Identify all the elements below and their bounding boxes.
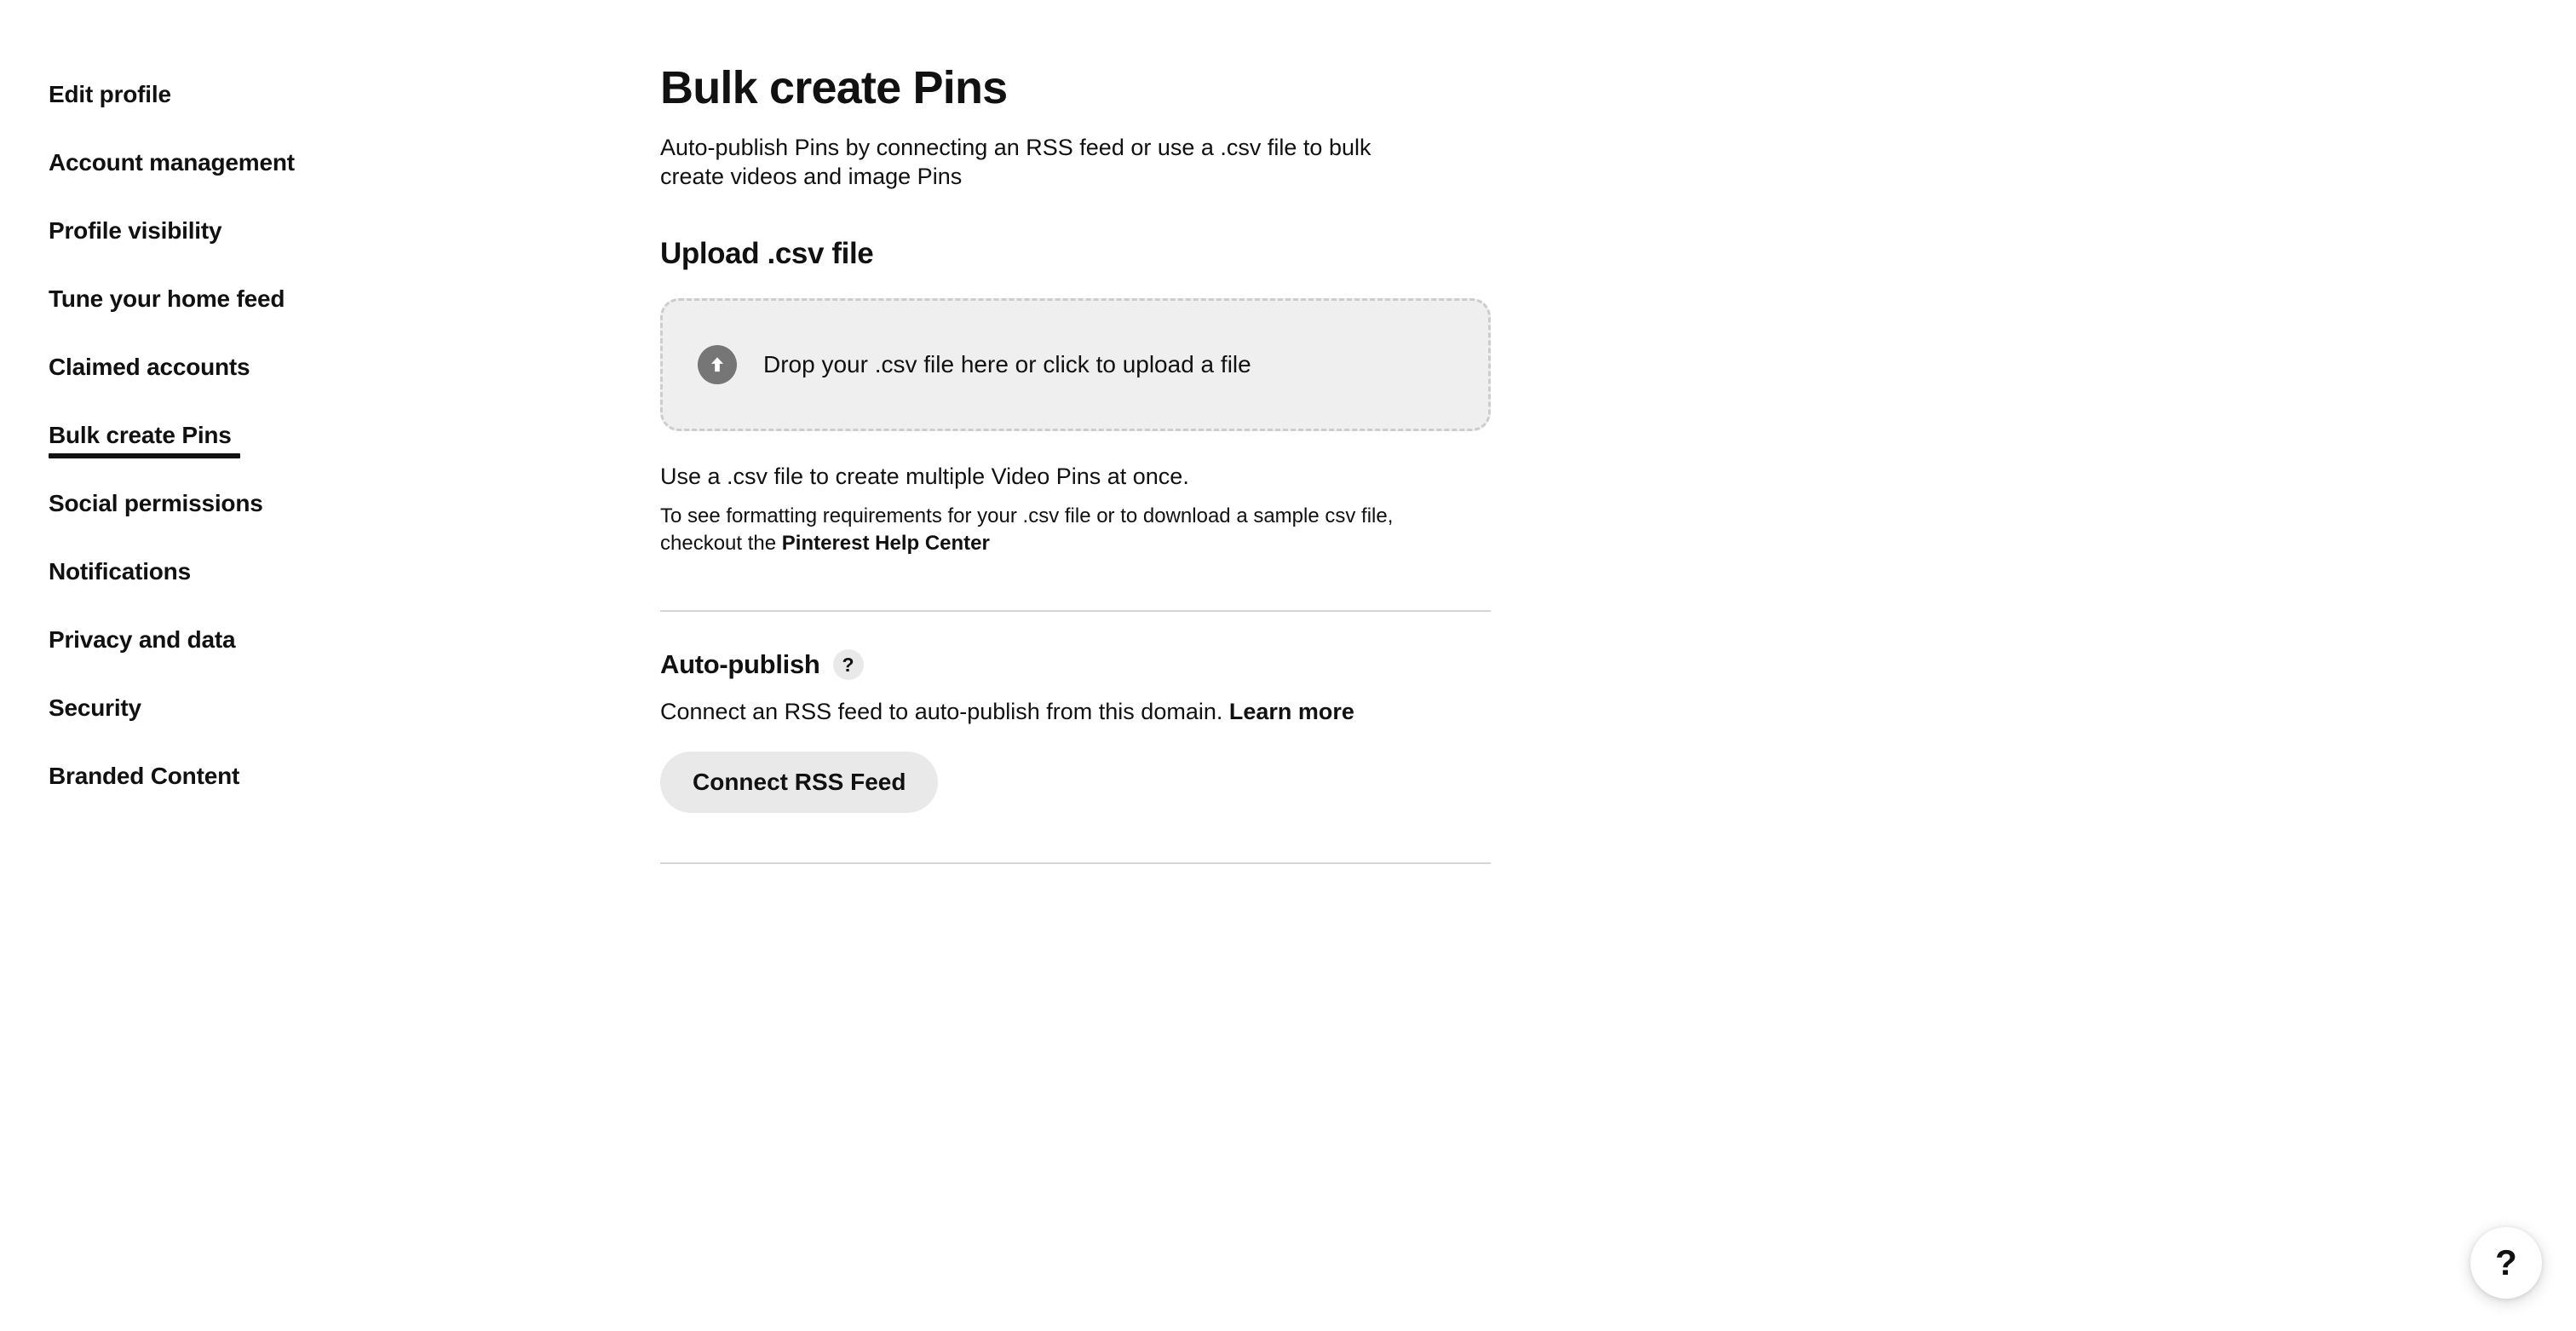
- sidebar-item-bulk-create-pins[interactable]: Bulk create Pins: [0, 419, 647, 458]
- page-subtitle: Auto-publish Pins by connecting an RSS f…: [660, 135, 1371, 189]
- sidebar-item-label: Security: [49, 694, 141, 721]
- sidebar-item-label: Tune your home feed: [49, 285, 285, 312]
- learn-more-link[interactable]: Learn more: [1229, 699, 1354, 724]
- autopublish-description: Connect an RSS feed to auto-publish from…: [660, 697, 1512, 726]
- sidebar-item-label: Account management: [49, 149, 295, 176]
- help-fab-button[interactable]: ?: [2470, 1227, 2542, 1299]
- sidebar-item-label: Privacy and data: [49, 626, 236, 653]
- sidebar-item-social-permissions[interactable]: Social permissions: [0, 487, 647, 521]
- upload-help-secondary-text: To see formatting requirements for your …: [660, 504, 1394, 555]
- autopublish-section: Auto-publish ? Connect an RSS feed to au…: [660, 648, 1512, 813]
- sidebar-item-privacy-and-data[interactable]: Privacy and data: [0, 624, 647, 658]
- sidebar-item-tune-your-home-feed[interactable]: Tune your home feed: [0, 283, 647, 317]
- upload-section-heading: Upload .csv file: [660, 237, 874, 270]
- sidebar-item-label: Profile visibility: [49, 217, 222, 244]
- sidebar-item-account-management[interactable]: Account management: [0, 147, 647, 181]
- sidebar-item-notifications[interactable]: Notifications: [0, 556, 647, 590]
- question-mark-icon[interactable]: ?: [832, 649, 864, 680]
- autopublish-description-text: Connect an RSS feed to auto-publish from…: [660, 699, 1229, 724]
- sidebar-item-label: Bulk create Pins: [49, 422, 232, 448]
- sidebar-item-branded-content[interactable]: Branded Content: [0, 760, 647, 794]
- settings-sidebar: Edit profile Account management Profile …: [0, 0, 647, 828]
- connect-rss-feed-button[interactable]: Connect RSS Feed: [660, 752, 939, 813]
- sidebar-item-label: Claimed accounts: [49, 354, 250, 380]
- sidebar-item-profile-visibility[interactable]: Profile visibility: [0, 215, 647, 249]
- sidebar-item-edit-profile[interactable]: Edit profile: [0, 78, 647, 112]
- upload-arrow-icon: [698, 345, 737, 384]
- question-mark-icon: ?: [2495, 1242, 2517, 1282]
- dropzone-label: Drop your .csv file here or click to upl…: [763, 351, 1251, 377]
- sidebar-item-label: Social permissions: [49, 490, 263, 516]
- upload-help-secondary: To see formatting requirements for your …: [660, 503, 1452, 557]
- csv-dropzone[interactable]: Drop your .csv file here or click to upl…: [660, 298, 1491, 431]
- section-divider-bottom: [660, 862, 1491, 864]
- main-content: Bulk create Pins Auto-publish Pins by co…: [660, 0, 1512, 864]
- sidebar-item-label: Edit profile: [49, 81, 171, 107]
- sidebar-item-claimed-accounts[interactable]: Claimed accounts: [0, 351, 647, 385]
- autopublish-heading-row: Auto-publish ?: [660, 648, 1512, 682]
- page-title: Bulk create Pins: [660, 62, 1008, 113]
- section-divider-top: [660, 610, 1491, 612]
- upload-help-primary: Use a .csv file to create multiple Video…: [660, 464, 1189, 489]
- active-underline: [49, 453, 240, 458]
- sidebar-item-label: Branded Content: [49, 763, 240, 789]
- settings-page: Edit profile Account management Profile …: [0, 0, 2576, 1331]
- pinterest-help-center-link[interactable]: Pinterest Help Center: [782, 532, 990, 555]
- sidebar-item-label: Notifications: [49, 558, 191, 585]
- sidebar-item-security[interactable]: Security: [0, 692, 647, 726]
- autopublish-heading: Auto-publish: [660, 649, 820, 679]
